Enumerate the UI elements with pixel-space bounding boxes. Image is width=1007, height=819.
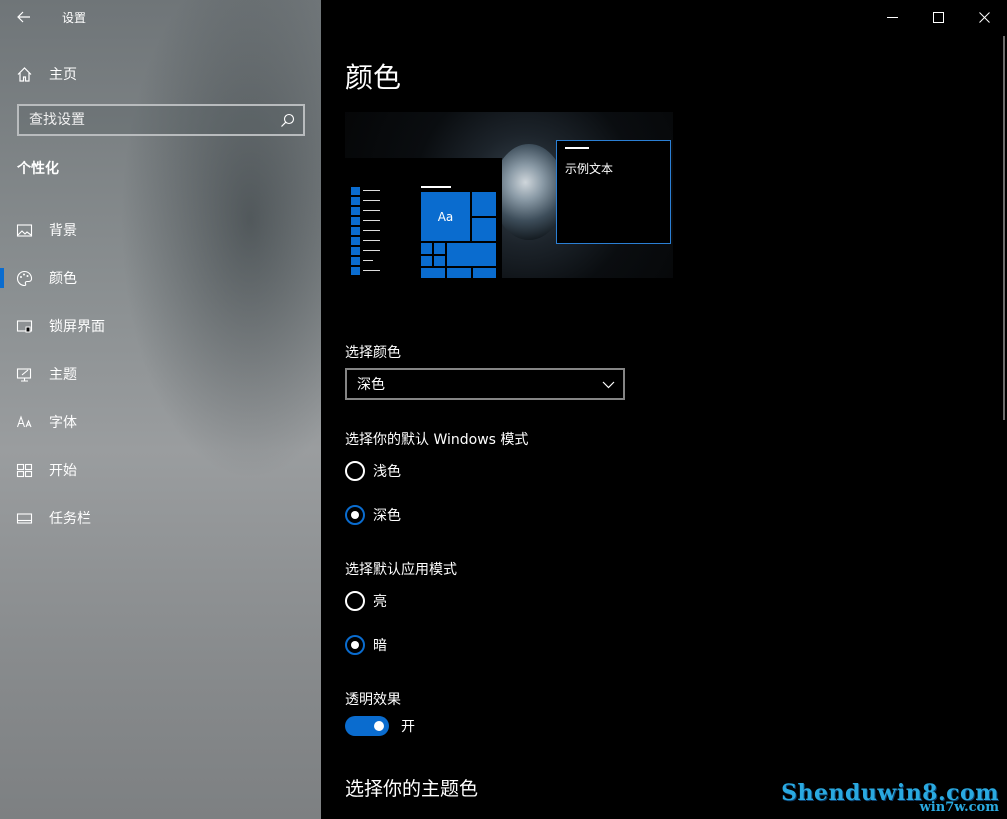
radio-windows-light[interactable]: 浅色: [345, 461, 401, 481]
sidebar-item-label: 锁屏界面: [49, 319, 105, 335]
chevron-down-icon: [602, 381, 615, 388]
sidebar: 设置 主页 个性化 背景 颜色 锁屏界面: [0, 0, 321, 819]
sidebar-item-background[interactable]: 背景: [0, 206, 321, 254]
maximize-icon: [932, 11, 944, 23]
radio-app-dark[interactable]: 暗: [345, 635, 387, 655]
minimize-icon: [886, 16, 898, 18]
sidebar-item-lock-screen[interactable]: 锁屏界面: [0, 302, 321, 350]
sidebar-item-label: 开始: [49, 463, 77, 479]
windows-mode-label: 选择你的默认 Windows 模式: [345, 432, 529, 448]
transparency-label: 透明效果: [345, 692, 401, 708]
radio-circle-selected[interactable]: [345, 505, 365, 525]
radio-label: 暗: [373, 638, 387, 654]
scrollbar[interactable]: [1003, 36, 1005, 420]
dropdown-value: 深色: [357, 377, 385, 393]
home-label: 主页: [49, 67, 77, 83]
preview-start-list: [351, 186, 380, 276]
sidebar-item-taskbar[interactable]: 任务栏: [0, 494, 321, 542]
radio-label: 亮: [373, 594, 387, 610]
sidebar-item-label: 主题: [49, 367, 77, 383]
palette-icon: [0, 270, 48, 287]
radio-circle-selected[interactable]: [345, 635, 365, 655]
start-icon: [0, 462, 48, 479]
search-icon[interactable]: [280, 113, 295, 128]
sidebar-item-themes[interactable]: 主题: [0, 350, 321, 398]
sample-text: 示例文本: [565, 162, 614, 176]
transparency-toggle[interactable]: [345, 716, 389, 736]
radio-windows-dark[interactable]: 深色: [345, 505, 401, 525]
sidebar-item-label: 颜色: [49, 271, 77, 287]
back-arrow-icon: [17, 11, 30, 23]
minimize-button[interactable]: [869, 0, 915, 34]
window-controls: [869, 0, 1007, 34]
theme-icon: [0, 366, 48, 383]
back-button[interactable]: [0, 0, 48, 34]
image-icon: [0, 222, 48, 239]
wallpaper-planet: [493, 144, 565, 240]
radio-app-light[interactable]: 亮: [345, 591, 387, 611]
radio-label: 深色: [373, 508, 401, 524]
sidebar-item-label: 字体: [49, 415, 77, 431]
search-box[interactable]: [17, 104, 305, 136]
close-button[interactable]: [961, 0, 1007, 34]
home-nav-item[interactable]: 主页: [0, 56, 321, 92]
maximize-button[interactable]: [915, 0, 961, 34]
preview-sample-window: 示例文本: [556, 140, 671, 244]
preview-tile-aa: Aa: [421, 192, 470, 241]
radio-circle[interactable]: [345, 461, 365, 481]
home-icon: [0, 66, 48, 83]
nav-list: 背景 颜色 锁屏界面 主题 字体 开始 任务栏: [0, 206, 321, 542]
search-input[interactable]: [29, 112, 259, 128]
lock-screen-icon: [0, 318, 48, 335]
preview-tiles-header: [421, 186, 451, 188]
sidebar-item-start[interactable]: 开始: [0, 446, 321, 494]
radio-label: 浅色: [373, 464, 401, 480]
accent-color-heading: 选择你的主题色: [345, 778, 479, 800]
sidebar-item-label: 背景: [49, 223, 77, 239]
app-mode-label: 选择默认应用模式: [345, 562, 457, 578]
color-preview: Aa 示例文本: [345, 112, 673, 278]
radio-circle[interactable]: [345, 591, 365, 611]
section-heading: 个性化: [17, 161, 59, 177]
sidebar-item-fonts[interactable]: 字体: [0, 398, 321, 446]
font-icon: [0, 414, 48, 431]
preview-start-menu: Aa: [345, 158, 502, 278]
titlebar-left: 设置: [0, 0, 321, 34]
app-title: 设置: [62, 10, 87, 25]
sidebar-item-label: 任务栏: [49, 511, 91, 527]
watermark: Shenduwin8.com win7w.com: [781, 780, 999, 815]
taskbar-icon: [0, 510, 48, 527]
choose-color-dropdown[interactable]: 深色: [345, 368, 625, 400]
close-icon: [978, 11, 990, 23]
page-title: 颜色: [345, 61, 402, 94]
transparency-toggle-row: 开: [345, 716, 415, 736]
choose-color-label: 选择颜色: [345, 345, 401, 361]
main-content: 颜色 Aa 示例文本 选择颜色 深色 选择你的默认 Windows 模式 浅色 …: [321, 0, 1007, 819]
sidebar-item-colors[interactable]: 颜色: [0, 254, 321, 302]
toggle-state-label: 开: [401, 719, 415, 735]
preview-tiles: Aa: [421, 192, 497, 278]
